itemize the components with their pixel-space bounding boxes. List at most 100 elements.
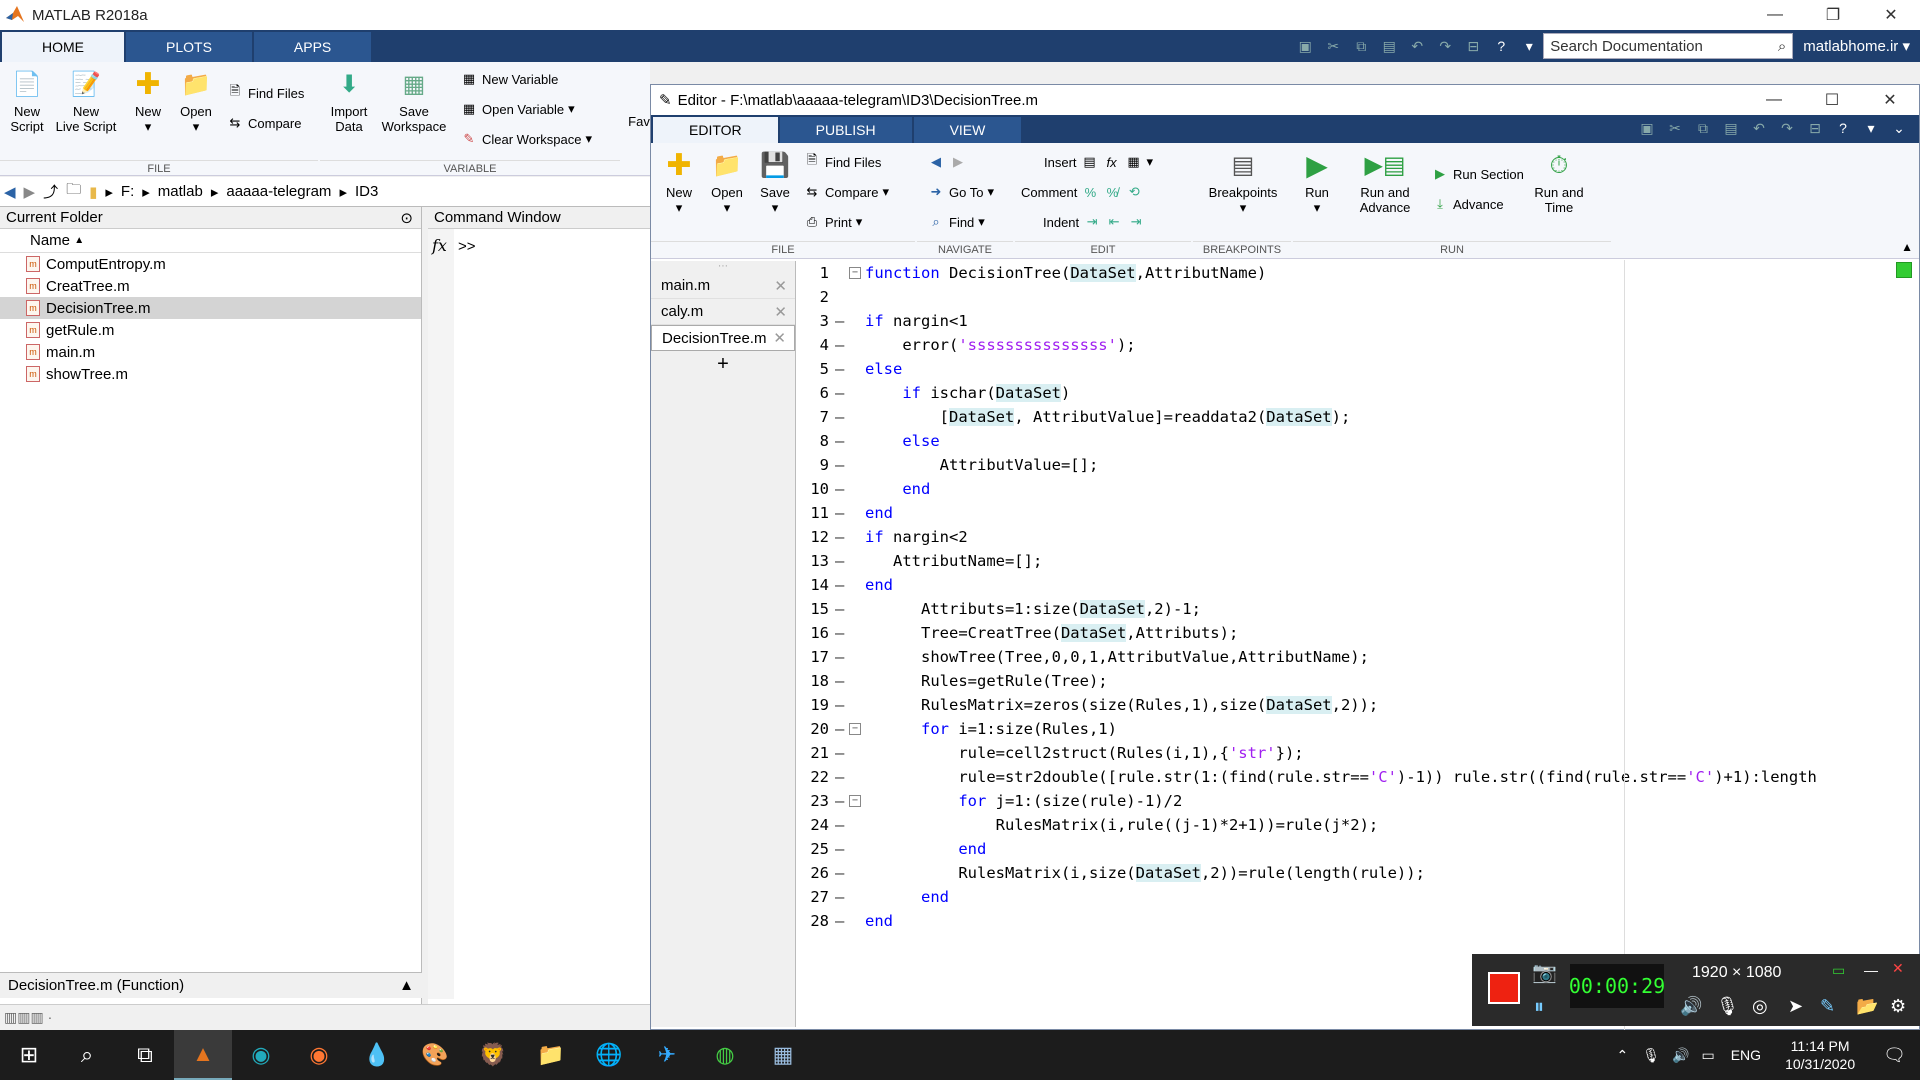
microphone-icon[interactable]: 🎙 [1636,1047,1666,1064]
task-view-icon[interactable]: ⧉ [116,1030,174,1080]
chevron-down-icon[interactable]: ▾ [1518,35,1540,57]
notifications-icon[interactable]: 🗨 [1869,1045,1920,1066]
back-icon[interactable]: ◀ [4,183,16,201]
save-workspace-button[interactable]: ▦ Save Workspace [378,68,450,134]
file-row[interactable]: m main.m [0,341,421,363]
go-to-button[interactable]: ➜ Go To ▾ [927,183,994,201]
run-and-time-button[interactable]: ⏱ Run and Time [1529,149,1589,215]
minimize-icon[interactable]: — [1864,962,1878,978]
tab-editor[interactable]: EDITOR [653,117,778,143]
run-section-button[interactable]: ▶ Run Section [1431,165,1524,183]
expand-icon[interactable]: ⌄ [1888,117,1910,139]
editor-print-button[interactable]: ⎙ Print ▾ [803,213,862,231]
up-folder-icon[interactable]: ⤴ [43,181,58,202]
windows-start-icon[interactable]: ⊞ [0,1030,58,1080]
record-stop-button[interactable] [1488,972,1520,1004]
help-icon[interactable]: ? [1490,35,1512,57]
search-icon[interactable]: ⌕ [58,1030,116,1080]
undo-icon[interactable]: ↶ [1406,35,1428,57]
forward-icon[interactable]: ▶ [24,183,36,201]
new-button[interactable]: ✚ New ▾ [126,68,170,134]
fold-toggle-icon[interactable]: − [849,795,861,807]
copy-icon[interactable]: ⧉ [1692,117,1714,139]
pause-icon[interactable]: ⏸ [1534,996,1544,1019]
edge-icon[interactable]: ◉ [232,1030,290,1080]
close-icon[interactable]: ✕ [1862,0,1920,30]
close-tab-icon[interactable]: ✕ [773,329,786,347]
add-tab-button[interactable]: + [651,353,795,376]
tab-apps[interactable]: APPS [253,32,372,62]
tab-home[interactable]: HOME [2,32,124,62]
minimize-icon[interactable]: — [1745,85,1803,115]
command-window[interactable]: Command Window [428,207,650,1007]
telegram-icon[interactable]: ✈ [638,1030,696,1080]
compare-button[interactable]: ⇆ Compare [226,114,302,132]
drag-handle-icon[interactable]: ⋯ [651,261,795,273]
new-variable-button[interactable]: ▦ New Variable [460,70,559,88]
code-editor[interactable]: 1− function DecisionTree(DataSet,Attribut… [797,261,1917,1027]
open-variable-button[interactable]: ▦ Open Variable ▾ [460,100,575,118]
indent-button[interactable]: Indent ⇥ ⇤ ⇥ [1043,213,1145,231]
breadcrumb-item[interactable]: ID3 [355,183,378,200]
file-row[interactable]: m getRule.m [0,319,421,341]
pen-icon[interactable]: ✎ [1820,996,1835,1017]
import-data-button[interactable]: ⬇ Import Data [326,68,372,134]
comment-button[interactable]: Comment% %̸ ⟲ [1021,183,1143,201]
speaker-icon[interactable]: 🔊 [1680,996,1702,1017]
paint-app-icon[interactable]: 🎨 [406,1030,464,1080]
cursor-icon[interactable]: ➤ [1788,996,1803,1017]
close-icon[interactable]: ✕ [1892,960,1904,977]
name-column-header[interactable]: Name ▲ [0,229,421,253]
doc-tab-decisiontree[interactable]: DecisionTree.m ✕ [651,325,795,351]
search-icon[interactable]: ⌕ [1778,38,1786,55]
redo-icon[interactable]: ↷ [1434,35,1456,57]
save-icon[interactable]: ▣ [1294,35,1316,57]
back-icon[interactable]: ◀ [927,153,945,171]
chevron-up-icon[interactable]: ⌃ [1609,1047,1637,1064]
file-row[interactable]: m CreatTree.m [0,275,421,297]
editor-open-button[interactable]: 📁 Open ▾ [707,149,747,215]
minimize-icon[interactable]: — [1746,0,1804,30]
language-indicator[interactable]: ENG [1721,1047,1771,1063]
fold-toggle-icon[interactable]: − [849,723,861,735]
cut-icon[interactable]: ✂ [1322,35,1344,57]
tab-plots[interactable]: PLOTS [126,32,252,62]
network-icon[interactable]: ▭ [1695,1047,1720,1064]
redo-icon[interactable]: ↷ [1776,117,1798,139]
save-icon[interactable]: ▣ [1636,117,1658,139]
doc-tab-main[interactable]: main.m ✕ [651,273,795,299]
drop-app-icon[interactable]: 💧 [348,1030,406,1080]
editor-find-files-button[interactable]: 🗎 Find Files [803,152,882,171]
forward-icon[interactable]: ▶ [949,153,967,171]
advance-button[interactable]: ⤓ Advance [1431,195,1503,213]
editor-compare-button[interactable]: ⇆ Compare ▾ [803,183,889,201]
close-tab-icon[interactable]: ✕ [774,277,787,295]
doc-tab-caly[interactable]: caly.m ✕ [651,299,795,325]
run-button[interactable]: ▶ Run ▾ [1297,149,1337,215]
run-and-advance-button[interactable]: ▶▤ Run and Advance [1355,149,1415,215]
close-tab-icon[interactable]: ✕ [774,303,787,321]
panel-menu-icon[interactable]: ⊙ [400,209,413,227]
file-row[interactable]: m ComputEntropy.m [0,253,421,275]
function-hints-icon[interactable]: ▦ [1125,153,1143,171]
paste-icon[interactable]: ▤ [1720,117,1742,139]
switch-windows-icon[interactable]: ⊟ [1804,117,1826,139]
command-prompt[interactable]: >> [458,238,476,255]
decrease-indent-icon[interactable]: ⇥ [1127,213,1145,231]
fx-icon[interactable]: fx [432,236,447,255]
webcam-icon[interactable]: ◎ [1752,996,1768,1017]
user-account[interactable]: matlabhome.ir ▾ [1793,37,1920,55]
file-row-selected[interactable]: m DecisionTree.m [0,297,421,319]
collapse-ribbon-icon[interactable]: ▲ [1901,240,1913,254]
find-files-button[interactable]: 🗎 Find Files [226,83,305,102]
microphone-icon[interactable]: 🎙 [1716,996,1739,1017]
matlab-taskbar-icon[interactable]: ▲ [174,1030,232,1080]
increase-indent-icon[interactable]: ⇤ [1105,213,1123,231]
breadcrumb-item[interactable]: matlab [158,183,203,200]
wrap-comments-icon[interactable]: ⟲ [1125,183,1143,201]
earth-app-icon[interactable]: 🌐 [580,1030,638,1080]
insert-button[interactable]: Insert ▤ fx ▦ ▾ [1044,153,1153,171]
folder-icon[interactable]: 📂 [1856,996,1878,1017]
clear-workspace-button[interactable]: ✎ Clear Workspace ▾ [460,130,592,148]
cut-icon[interactable]: ✂ [1664,117,1686,139]
